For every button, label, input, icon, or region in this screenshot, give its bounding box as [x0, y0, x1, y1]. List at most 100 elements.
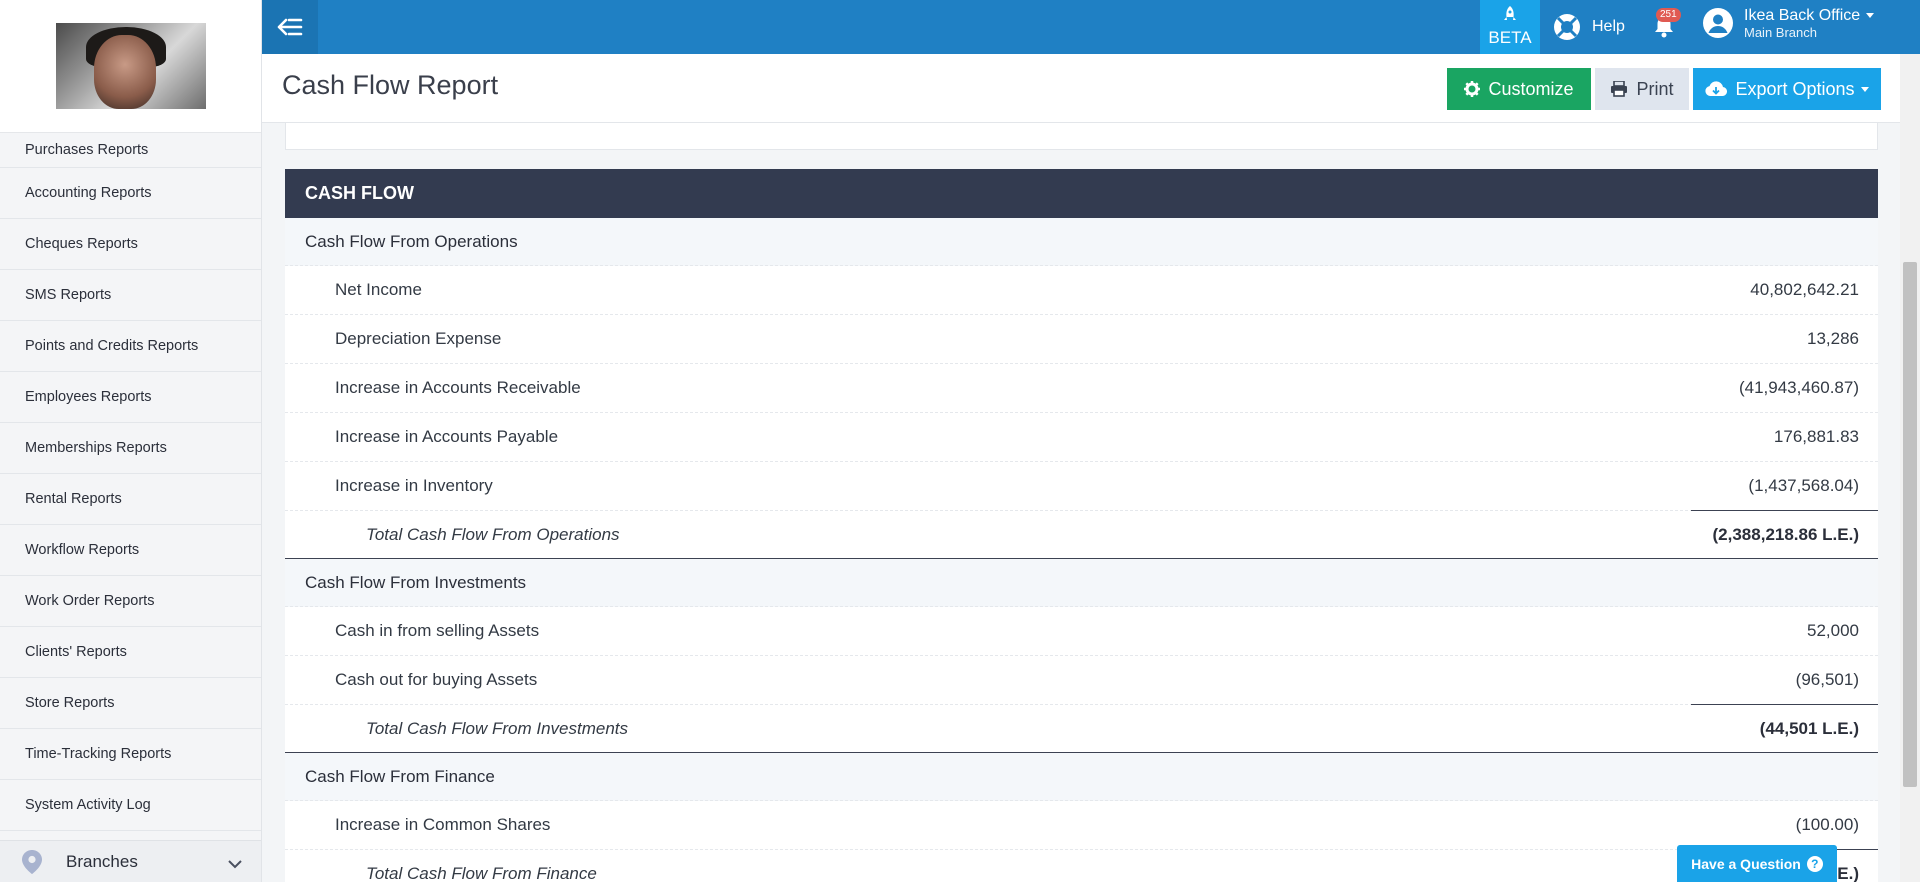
sidebar-item-clients-reports[interactable]: Clients' Reports	[0, 627, 261, 678]
caret-down-icon	[1860, 86, 1869, 92]
table-row: Increase in Inventory (1,437,568.04)	[285, 462, 1878, 511]
customize-label: Customize	[1488, 78, 1574, 99]
sidebar-item-label: SMS Reports	[25, 287, 112, 303]
row-value: 52,000	[1807, 621, 1859, 640]
sidebar-item-label: Points and Credits Reports	[25, 338, 199, 354]
total-row-investments: Total Cash Flow From Investments (44,501…	[285, 705, 1878, 753]
sidebar-item-label: Memberships Reports	[25, 440, 167, 456]
gear-icon	[1464, 81, 1481, 97]
page-title: Cash Flow Report	[282, 70, 499, 100]
user-menu[interactable]: Ikea Back Office Main Branch	[1702, 6, 1875, 40]
total-label: Total Cash Flow From Operations	[366, 524, 620, 544]
avatar-face	[93, 35, 156, 109]
total-value: E.)	[1837, 863, 1859, 882]
sidebar-item-purchases-reports[interactable]: Purchases Reports	[0, 133, 261, 168]
notification-count-badge: 251	[1656, 8, 1681, 22]
sidebar-item-rental-reports[interactable]: Rental Reports	[0, 474, 261, 525]
table-row: Cash in from selling Assets 52,000	[285, 607, 1878, 656]
sidebar-item-label: Clients' Reports	[25, 644, 127, 660]
table-row: Net Income 40,802,642.21	[285, 266, 1878, 315]
sidebar-item-label: Time-Tracking Reports	[25, 746, 172, 762]
lifebuoy-icon	[1552, 12, 1582, 42]
row-value: 13,286	[1807, 329, 1859, 348]
sidebar-item-label: Purchases Reports	[25, 142, 149, 158]
sidebar-item-label: Employees Reports	[25, 389, 152, 405]
sidebar-item-time-tracking-reports[interactable]: Time-Tracking Reports	[0, 729, 261, 780]
have-a-question-label: Have a Question	[1691, 855, 1801, 872]
user-avatar-image[interactable]	[55, 23, 206, 109]
sidebar-toggle-button[interactable]	[262, 0, 318, 54]
sidebar-item-label: Accounting Reports	[25, 185, 152, 201]
sidebar-item-accounting-reports[interactable]: Accounting Reports	[0, 168, 261, 219]
sidebar-item-branches[interactable]: Branches	[0, 840, 261, 882]
export-options-button[interactable]: Export Options	[1693, 68, 1881, 110]
user-circle-icon	[1702, 7, 1734, 39]
total-row-finance: Total Cash Flow From Finance E.)	[285, 850, 1878, 882]
section-finance: Cash Flow From Finance	[285, 753, 1878, 801]
chevron-down-icon	[228, 854, 242, 874]
sidebar-item-label: System Activity Log	[25, 797, 151, 813]
total-label: Total Cash Flow From Finance	[366, 863, 597, 882]
user-name: Ikea Back Office	[1744, 7, 1861, 24]
help-link[interactable]: Help	[1552, 10, 1625, 44]
row-label: Cash out for buying Assets	[335, 670, 538, 689]
row-label: Increase in Common Shares	[335, 815, 551, 834]
row-value: (41,943,460.87)	[1738, 378, 1859, 397]
beta-label: BETA	[1488, 28, 1532, 47]
sidebar-item-system-activity-log[interactable]: System Activity Log	[0, 780, 261, 831]
help-label: Help	[1592, 18, 1625, 35]
sidebar-item-label: Cheques Reports	[25, 236, 138, 252]
cloud-download-icon	[1705, 81, 1728, 97]
sidebar-item-work-order-reports[interactable]: Work Order Reports	[0, 576, 261, 627]
print-button[interactable]: Print	[1595, 68, 1689, 110]
branches-label: Branches	[66, 851, 138, 871]
row-label: Increase in Inventory	[335, 476, 493, 495]
have-a-question-button[interactable]: Have a Question ?	[1677, 845, 1837, 882]
row-value: (1,437,568.04)	[1748, 476, 1859, 495]
user-branch: Main Branch	[1744, 25, 1817, 40]
sidebar: Purchases Reports Accounting Reports Che…	[0, 0, 262, 882]
sidebar-item-store-reports[interactable]: Store Reports	[0, 678, 261, 729]
beta-button[interactable]: BETA	[1480, 0, 1540, 54]
page-header: Cash Flow Report Customize Print Export …	[262, 54, 1900, 123]
row-value: 40,802,642.21	[1750, 280, 1859, 299]
caret-down-icon	[1866, 13, 1875, 19]
total-value: (2,388,218.86 L.E.)	[1712, 524, 1859, 544]
sidebar-item-label: Rental Reports	[25, 491, 122, 507]
sidebar-menu: Purchases Reports Accounting Reports Che…	[0, 133, 261, 831]
report-header: CASH FLOW	[285, 169, 1878, 218]
table-row: Increase in Common Shares (100.00)	[285, 801, 1878, 850]
sidebar-item-employees-reports[interactable]: Employees Reports	[0, 372, 261, 423]
map-pin-icon	[20, 849, 44, 874]
row-label: Increase in Accounts Receivable	[335, 378, 581, 397]
sidebar-item-label: Store Reports	[25, 695, 115, 711]
section-investments: Cash Flow From Investments	[285, 559, 1878, 607]
total-row-operations: Total Cash Flow From Operations (2,388,2…	[285, 511, 1878, 559]
row-label: Net Income	[335, 280, 422, 299]
row-value: (96,501)	[1795, 670, 1859, 689]
row-label: Increase in Accounts Payable	[335, 427, 559, 446]
table-row: Increase in Accounts Payable 176,881.83	[285, 413, 1878, 462]
scrollbar-thumb[interactable]	[1903, 262, 1917, 787]
row-value: (100.00)	[1795, 815, 1859, 834]
sidebar-item-sms-reports[interactable]: SMS Reports	[0, 270, 261, 321]
row-value: 176,881.83	[1773, 427, 1859, 446]
printer-icon	[1610, 81, 1628, 97]
rocket-icon	[1504, 6, 1516, 20]
previous-card	[285, 123, 1878, 150]
sidebar-item-points-credits-reports[interactable]: Points and Credits Reports	[0, 321, 261, 372]
sidebar-item-cheques-reports[interactable]: Cheques Reports	[0, 219, 261, 270]
table-row: Depreciation Expense 13,286	[285, 315, 1878, 364]
section-operations: Cash Flow From Operations	[285, 218, 1878, 266]
table-row: Increase in Accounts Receivable (41,943,…	[285, 364, 1878, 413]
question-circle-icon: ?	[1806, 855, 1823, 872]
sidebar-logo-area	[0, 0, 261, 133]
customize-button[interactable]: Customize	[1447, 68, 1591, 110]
sidebar-item-workflow-reports[interactable]: Workflow Reports	[0, 525, 261, 576]
sidebar-item-memberships-reports[interactable]: Memberships Reports	[0, 423, 261, 474]
top-navbar: BETA Help 251 Ikea Back Office Main Bran…	[262, 0, 1920, 54]
sidebar-item-label: Workflow Reports	[25, 542, 140, 558]
arrow-left-menu-icon	[277, 18, 303, 36]
main-content: CASH FLOW Cash Flow From Operations Net …	[262, 123, 1900, 882]
cash-flow-report-table: CASH FLOW Cash Flow From Operations Net …	[285, 169, 1878, 882]
